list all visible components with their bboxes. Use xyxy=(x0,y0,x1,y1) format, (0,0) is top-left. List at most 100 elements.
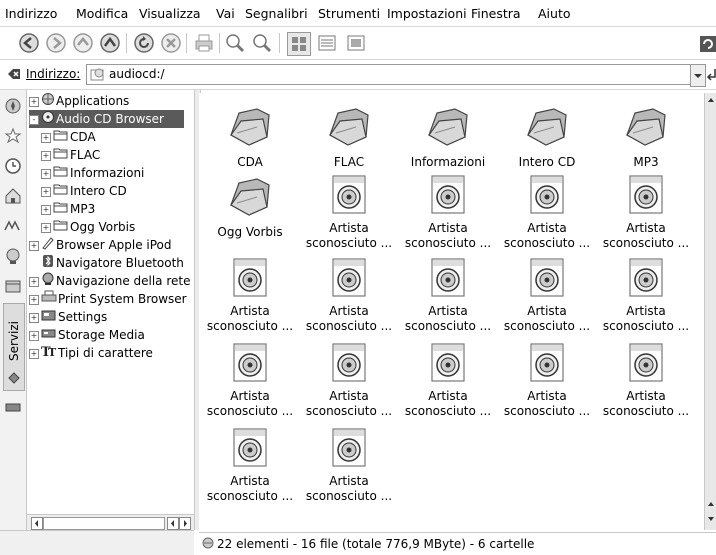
icon-view-icon[interactable] xyxy=(287,32,311,56)
tree-item-flac[interactable]: + FLAC xyxy=(41,146,100,164)
folder-item[interactable]: MP3 xyxy=(597,105,695,170)
expander-icon[interactable]: - xyxy=(29,114,39,125)
menu-visualizza[interactable]: Visualizza xyxy=(139,6,201,21)
print-icon[interactable] xyxy=(193,32,215,54)
tree-item-informazioni[interactable]: + Informazioni xyxy=(41,164,144,182)
tree-item-settings[interactable]: + Settings xyxy=(29,308,107,326)
menu-strumenti[interactable]: Strumenti xyxy=(318,6,380,21)
expander-icon[interactable]: + xyxy=(41,132,51,143)
scroll-left-button[interactable] xyxy=(31,517,43,530)
expander-icon[interactable]: + xyxy=(41,168,51,179)
audio-track-item[interactable]: Artista sconosciuto ... xyxy=(300,428,398,504)
detail-view-icon[interactable] xyxy=(316,32,338,54)
scroll-up-button[interactable] xyxy=(706,94,716,104)
expander-icon[interactable]: + xyxy=(41,204,51,215)
tree-item-navigazione-della-rete[interactable]: + Navigazione della rete xyxy=(29,272,191,290)
activity-icon xyxy=(698,32,716,54)
expander-icon[interactable]: + xyxy=(29,330,39,341)
audio-track-item[interactable]: Artista sconosciuto ... xyxy=(300,343,398,419)
scroll-left-button-2[interactable] xyxy=(167,517,179,530)
scroll-right-button[interactable] xyxy=(179,517,191,530)
tree-item-mp3[interactable]: + MP3 xyxy=(41,200,95,218)
tree-item-ogg-vorbis[interactable]: + Ogg Vorbis xyxy=(41,218,135,236)
menu-finestra[interactable]: Finestra xyxy=(471,6,521,21)
zoom-out-icon[interactable] xyxy=(251,32,273,54)
zoom-in-icon[interactable] xyxy=(224,32,246,54)
audio-track-item[interactable]: Artista sconosciuto ... xyxy=(498,258,596,334)
root-folder-icon[interactable] xyxy=(3,276,23,298)
bookmarks-icon[interactable] xyxy=(3,126,23,148)
expander-icon[interactable]: + xyxy=(29,276,39,287)
audio-track-item[interactable]: Artista sconosciuto ... xyxy=(300,175,398,251)
tab-servizi[interactable]: Servizi xyxy=(3,303,25,391)
expander-icon[interactable]: + xyxy=(29,294,39,305)
up-icon[interactable] xyxy=(72,32,94,54)
audio-track-item[interactable]: Artista sconosciuto ... xyxy=(498,175,596,251)
history-icon[interactable] xyxy=(3,156,23,178)
audio-track-item[interactable]: Artista sconosciuto ... xyxy=(399,258,497,334)
item-label: Artista sconosciuto ... xyxy=(305,474,393,503)
audio-track-item[interactable]: Artista sconosciuto ... xyxy=(597,343,695,419)
audio-file-icon xyxy=(498,258,596,298)
audio-track-item[interactable]: Artista sconosciuto ... xyxy=(597,258,695,334)
tree-item-navigatore-bluetooth[interactable]: Navigatore Bluetooth xyxy=(29,254,184,272)
stop-icon[interactable] xyxy=(160,32,182,54)
menu-indirizzo[interactable]: Indirizzo xyxy=(5,6,57,21)
audio-track-item[interactable]: Artista sconosciuto ... xyxy=(201,343,299,419)
item-label: MP3 xyxy=(633,155,659,169)
audio-file-icon xyxy=(629,175,663,214)
network-icon[interactable] xyxy=(3,246,23,268)
main-vertical-scrollbar[interactable] xyxy=(704,93,716,530)
tree-horizontal-scrollbar[interactable] xyxy=(27,514,194,531)
tree-item-browser-apple-ipod[interactable]: + Browser Apple iPod xyxy=(29,236,172,254)
audio-track-item[interactable]: Artista sconosciuto ... xyxy=(498,343,596,419)
menu-modifica[interactable]: Modifica xyxy=(76,6,128,21)
folder-item[interactable]: Ogg Vorbis xyxy=(201,175,299,240)
menu-aiuto[interactable]: Aiuto xyxy=(538,6,571,21)
audio-track-item[interactable]: Artista sconosciuto ... xyxy=(201,258,299,334)
expander-icon[interactable]: + xyxy=(29,240,39,251)
reload-icon[interactable] xyxy=(133,32,155,54)
tree-item-audio-cd-browser[interactable]: - Audio CD Browser xyxy=(29,110,184,128)
tree-item-intero-cd[interactable]: + Intero CD xyxy=(41,182,127,200)
expander-icon[interactable]: + xyxy=(41,150,51,161)
folder-item[interactable]: CDA xyxy=(201,105,299,170)
location-input[interactable]: audiocd:/ xyxy=(86,64,692,85)
expander-icon[interactable]: + xyxy=(29,348,39,359)
audio-track-item[interactable]: Artista sconosciuto ... xyxy=(399,343,497,419)
expander-icon[interactable]: + xyxy=(41,186,51,197)
tree-item-cda[interactable]: + CDA xyxy=(41,128,96,146)
audio-track-item[interactable]: Artista sconosciuto ... xyxy=(201,428,299,504)
location-dropdown-button[interactable] xyxy=(690,64,706,87)
audio-track-item[interactable]: Artista sconosciuto ... xyxy=(399,175,497,251)
back-icon[interactable] xyxy=(18,32,40,54)
tree-item-storage-media[interactable]: + Storage Media xyxy=(29,326,145,344)
audio-track-item[interactable]: Artista sconosciuto ... xyxy=(300,258,398,334)
audio-track-item[interactable]: Artista sconosciuto ... xyxy=(597,175,695,251)
tree-item-applications[interactable]: + Applications xyxy=(29,92,129,110)
expander-icon[interactable]: + xyxy=(41,222,51,233)
folder-item[interactable]: Informazioni xyxy=(399,105,497,170)
forward-icon[interactable] xyxy=(45,32,67,54)
folder-item[interactable]: FLAC xyxy=(300,105,398,170)
audio-file-icon xyxy=(431,343,465,382)
tree-item-print-system-browser[interactable]: + Print System Browser xyxy=(29,290,187,308)
menu-vai[interactable]: Vai xyxy=(216,6,235,21)
clear-location-icon[interactable] xyxy=(7,67,21,84)
media-icon[interactable] xyxy=(3,216,23,238)
home-folder-icon[interactable] xyxy=(3,186,23,208)
menu-impostazioni[interactable]: Impostazioni xyxy=(387,6,467,21)
go-icon[interactable] xyxy=(706,66,716,85)
storage-icon[interactable] xyxy=(3,397,23,419)
expander-icon[interactable]: + xyxy=(29,312,39,323)
scroll-up-button-2[interactable] xyxy=(706,498,716,508)
navigation-icon[interactable] xyxy=(3,96,23,118)
expander-icon[interactable]: + xyxy=(29,96,39,107)
scroll-thumb[interactable] xyxy=(43,517,165,530)
menu-segnalibri[interactable]: Segnalibri xyxy=(245,6,308,21)
scroll-down-button[interactable] xyxy=(706,513,716,523)
preview-icon[interactable] xyxy=(345,32,367,54)
tree-item-tipi-di-carattere[interactable]: + T T Tipi di carattere xyxy=(29,344,153,362)
home-icon[interactable] xyxy=(99,32,121,54)
folder-item[interactable]: Intero CD xyxy=(498,105,596,170)
